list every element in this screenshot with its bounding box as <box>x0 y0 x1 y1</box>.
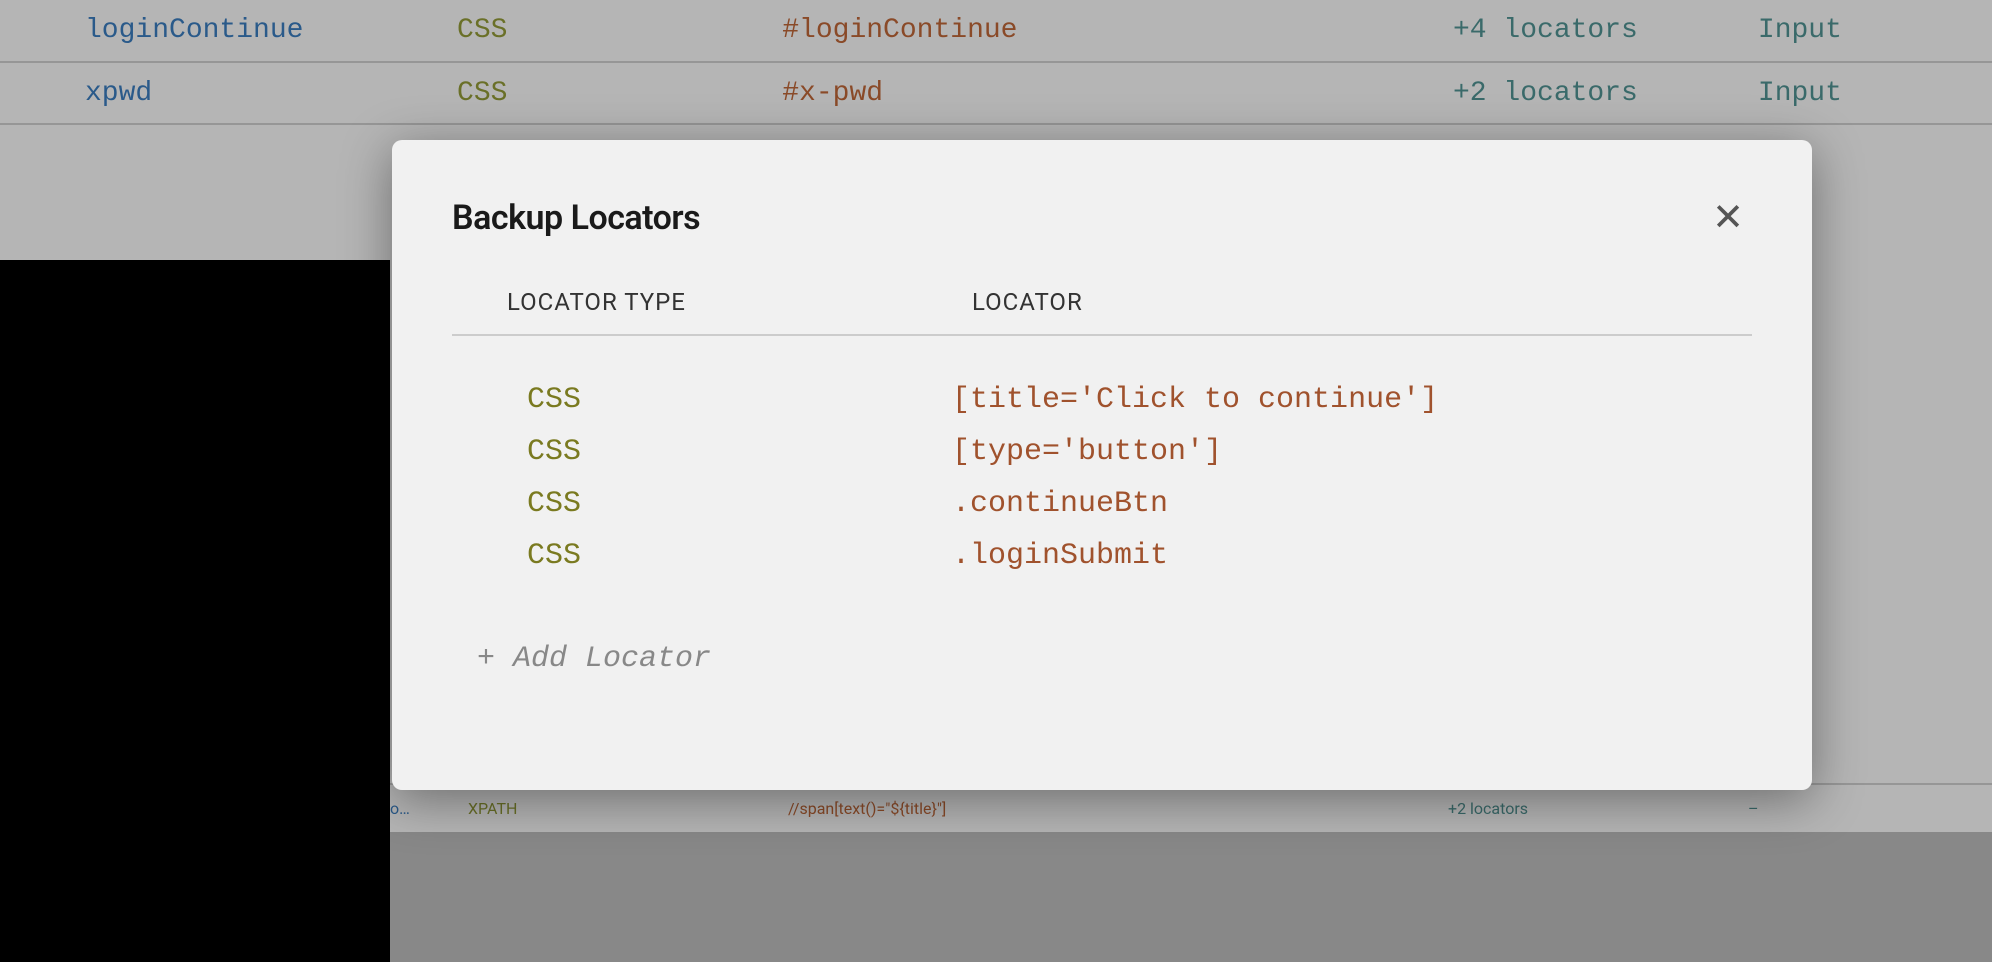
locator-row[interactable]: CSS .loginSubmit <box>452 530 1752 582</box>
locator-type-value: CSS <box>452 383 952 417</box>
locator-count-cell[interactable]: +4 locators <box>1433 0 1738 62</box>
locator-type-cell: CSS <box>437 0 762 62</box>
element-name-cell[interactable]: xpwd <box>0 62 437 124</box>
locator-count-cell[interactable]: +2 locators <box>1428 785 1728 832</box>
modal-rows: CSS [title='Click to continue'] CSS [typ… <box>452 336 1752 612</box>
element-name-cell[interactable]: loginContinue <box>0 0 437 62</box>
locator-row[interactable]: CSS [type='button'] <box>452 426 1752 478</box>
locator-count-cell[interactable]: +2 locators <box>1433 62 1738 124</box>
element-type-cell: Input <box>1738 62 1992 124</box>
locator-type-cell: XPATH <box>448 785 768 832</box>
sidebar-dark-panel <box>0 260 390 962</box>
locator-value: .loginSubmit <box>952 539 1752 573</box>
locator-value: [title='Click to continue'] <box>952 383 1752 417</box>
table-row[interactable]: xpwd CSS #x-pwd +2 locators Input <box>0 62 1992 124</box>
element-type-cell: – <box>1728 785 1928 832</box>
background-bottom-row[interactable]: o… XPATH //span[text()="${title}"] +2 lo… <box>390 783 1992 832</box>
locator-type-cell: CSS <box>437 62 762 124</box>
locator-value-cell: #x-pwd <box>762 62 1433 124</box>
backup-locators-modal: Backup Locators ✕ LOCATOR TYPE LOCATOR C… <box>392 140 1812 790</box>
element-name-cell: o… <box>390 785 448 832</box>
locator-type-value: CSS <box>452 435 952 469</box>
close-button[interactable]: ✕ <box>1704 195 1752 241</box>
table-row[interactable]: loginContinue CSS #loginContinue +4 loca… <box>0 0 1992 62</box>
locator-type-value: CSS <box>452 487 952 521</box>
header-locator-type: LOCATOR TYPE <box>452 288 952 316</box>
element-type-cell: Input <box>1738 0 1992 62</box>
locator-type-value: CSS <box>452 539 952 573</box>
modal-title: Backup Locators <box>452 198 700 238</box>
close-icon: ✕ <box>1712 197 1744 239</box>
header-locator: LOCATOR <box>952 288 1752 316</box>
locator-value: [type='button'] <box>952 435 1752 469</box>
locator-row[interactable]: CSS .continueBtn <box>452 478 1752 530</box>
locator-value-cell: //span[text()="${title}"] <box>768 785 1428 832</box>
locator-value-cell: #loginContinue <box>762 0 1433 62</box>
modal-table-header: LOCATOR TYPE LOCATOR <box>452 276 1752 336</box>
add-locator-button[interactable]: + Add Locator <box>452 642 711 676</box>
modal-header: Backup Locators ✕ <box>452 195 1752 241</box>
locator-row[interactable]: CSS [title='Click to continue'] <box>452 374 1752 426</box>
locator-value: .continueBtn <box>952 487 1752 521</box>
